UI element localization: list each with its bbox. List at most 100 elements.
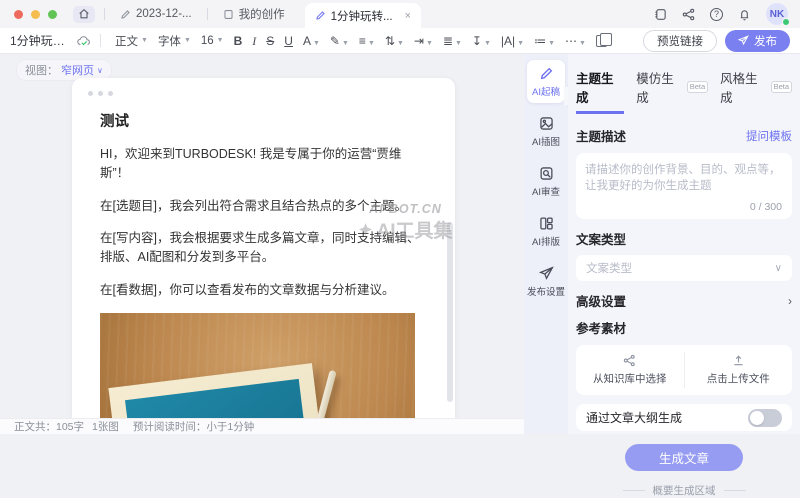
maximize-window-button[interactable]	[48, 10, 57, 19]
page-window-dots	[88, 91, 455, 96]
chevron-down-icon: ▼	[548, 40, 555, 47]
rail-item-ai-draft[interactable]: AI起稿	[527, 60, 565, 103]
topbar-actions: ? NK	[654, 3, 788, 25]
tab-imitate-generate[interactable]: 模仿生成Beta	[636, 68, 708, 111]
copy-type-label: 文案类型	[576, 229, 626, 248]
font-color-button[interactable]: A▼	[303, 35, 320, 47]
tab-current-doc[interactable]: 1分钟玩转... ×	[305, 3, 421, 28]
document-paragraph[interactable]: 在[看数据]，你可以查看发布的文章数据与分析建议。	[100, 281, 427, 300]
format-painter-icon[interactable]	[596, 35, 607, 47]
image-icon	[539, 116, 554, 131]
pencil-icon	[120, 9, 131, 20]
align-dropdown[interactable]: ≡▼	[359, 35, 375, 47]
divider	[100, 34, 101, 47]
cloud-saved-icon	[77, 35, 91, 47]
paragraph-spacing-icon: ↧	[472, 35, 482, 47]
reference-material-card: 从知识库中选择 点击上传文件	[576, 345, 792, 395]
underline-button[interactable]: U	[284, 35, 293, 47]
question-template-link[interactable]: 提问模板	[746, 128, 792, 144]
line-spacing-icon: ⇅	[385, 35, 395, 47]
chevron-down-icon: ▼	[484, 40, 491, 47]
rail-item-ai-review[interactable]: AI审查	[527, 160, 565, 203]
publish-button[interactable]: 发布	[725, 30, 790, 52]
knowledge-base-icon	[623, 354, 636, 367]
char-counter: 0 / 300	[750, 201, 782, 213]
copy-type-select[interactable]: 文案类型 ∨	[576, 255, 792, 281]
chevron-down-icon: ▼	[368, 40, 375, 47]
tab-recent-doc[interactable]: 2023-12-...	[114, 0, 198, 28]
chevron-down-icon: ∨	[775, 263, 782, 274]
upload-icon	[732, 354, 745, 367]
list-dropdown[interactable]: ≔▼	[534, 35, 555, 47]
preview-link-button[interactable]: 预览链接	[643, 30, 717, 52]
highlight-color-button[interactable]: ✎▼	[330, 35, 349, 47]
summary-area-divider: 概要生成区域	[576, 483, 792, 498]
advanced-settings-label: 高级设置	[576, 291, 626, 310]
outline-toggle[interactable]	[748, 409, 782, 427]
strikethrough-button[interactable]: S	[266, 35, 274, 47]
topic-description-input[interactable]	[585, 161, 783, 201]
editor-scrollbar[interactable]	[447, 222, 453, 402]
ai-text-dropdown[interactable]: |A|▼	[501, 35, 524, 47]
editor-toolbar: 1分钟玩转T... 正文▼ 字体▼ 16▼ B I S U A▼ ✎▼ ≡▼ ⇅…	[0, 28, 800, 54]
chevron-down-icon: ▼	[342, 40, 349, 47]
document-paragraph[interactable]: HI，欢迎来到TURBODESK! 我是专属于你的运营“贾维斯”！	[100, 145, 427, 183]
beta-badge: Beta	[687, 81, 708, 93]
rail-item-ai-illustration[interactable]: AI插图	[527, 110, 565, 153]
outline-toggle-label: 通过文章大纲生成	[586, 409, 682, 426]
ai-tools-rail: AI起稿 AI插图 AI审查 AI排版 发布设置	[524, 54, 568, 434]
tab-topic-generate[interactable]: 主题生成	[576, 68, 624, 114]
chevron-down-icon: ▼	[579, 40, 586, 47]
list-icon: ≔	[534, 35, 546, 47]
status-bar: 正文共：105字 1张图 预计阅读时间：小于1分钟	[0, 418, 524, 434]
upload-file-button[interactable]: 点击上传文件	[685, 345, 793, 395]
online-status-dot	[782, 18, 790, 26]
paragraph-spacing-dropdown[interactable]: ↧▼	[472, 35, 491, 47]
doc-title-field[interactable]: 1分钟玩转T...	[10, 32, 72, 49]
document-page[interactable]: 测试 HI，欢迎来到TURBODESK! 我是专属于你的运营“贾维斯”！ 在[选…	[72, 78, 455, 418]
indent-icon: ⇥	[414, 35, 424, 47]
bold-button[interactable]: B	[234, 35, 243, 47]
chevron-down-icon: ▼	[313, 40, 320, 47]
document-paragraph[interactable]: 在[写内容]，我会根据要求生成多篇文章，同时支持编辑、排版、AI配图和分发到多平…	[100, 229, 427, 267]
beta-badge: Beta	[771, 81, 792, 93]
minimize-window-button[interactable]	[31, 10, 40, 19]
document-icon	[223, 9, 234, 20]
rail-item-ai-layout[interactable]: AI排版	[527, 210, 565, 253]
document-image[interactable]: Start.	[100, 313, 415, 419]
font-family-dropdown[interactable]: 字体▼	[158, 33, 191, 49]
close-tab-icon[interactable]: ×	[405, 10, 411, 22]
italic-button[interactable]: I	[252, 35, 256, 47]
paragraph-style-dropdown[interactable]: 正文▼	[115, 33, 148, 49]
user-avatar[interactable]: NK	[766, 3, 788, 25]
letter-spacing-icon: ≣	[443, 35, 453, 47]
more-icon: ⋯	[565, 35, 577, 47]
line-spacing-dropdown[interactable]: ⇅▼	[385, 35, 404, 47]
share-icon[interactable]	[682, 8, 695, 21]
tab-style-generate[interactable]: 风格生成Beta	[720, 68, 792, 111]
home-button[interactable]	[73, 6, 95, 23]
image-count: 1张图	[92, 419, 119, 434]
paper-plane-icon	[539, 266, 554, 281]
letter-spacing-dropdown[interactable]: ≣▼	[443, 35, 462, 47]
close-window-button[interactable]	[14, 10, 23, 19]
help-icon[interactable]: ?	[710, 8, 723, 21]
select-from-kb-button[interactable]: 从知识库中选择	[576, 345, 684, 395]
document-paragraph[interactable]: 在[选题目]，我会列出符合需求且结合热点的多个主题。	[100, 197, 427, 216]
tab-label: 我的创作	[239, 6, 285, 22]
topic-input-card: 0 / 300	[576, 153, 792, 219]
tab-my-creations[interactable]: 我的创作	[217, 0, 291, 28]
indent-dropdown[interactable]: ⇥▼	[414, 35, 433, 47]
document-title[interactable]: 测试	[100, 110, 455, 131]
rail-item-publish-settings[interactable]: 发布设置	[527, 260, 565, 303]
tab-label: 1分钟玩转...	[331, 8, 393, 24]
toolbar-actions: 预览链接 发布	[643, 30, 790, 52]
chevron-right-icon[interactable]: ›	[788, 294, 792, 308]
chevron-down-icon: ▼	[217, 37, 224, 44]
generate-article-button[interactable]: 生成文章	[625, 444, 743, 471]
font-size-dropdown[interactable]: 16▼	[201, 35, 224, 47]
more-dropdown[interactable]: ⋯▼	[565, 35, 586, 47]
notebook-icon[interactable]	[654, 8, 667, 21]
ai-text-icon: |A|	[501, 35, 515, 47]
bell-icon[interactable]	[738, 8, 751, 21]
